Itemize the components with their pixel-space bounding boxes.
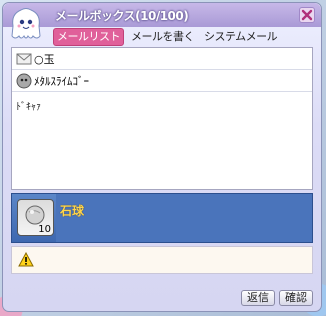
warning-area: [11, 246, 313, 274]
confirm-button[interactable]: 確認: [279, 290, 313, 306]
tab-system-mail[interactable]: システムメール: [201, 29, 280, 45]
action-buttons: 返信 確認: [241, 290, 313, 306]
mail-body: ﾄﾞｷｬｧ: [16, 102, 41, 113]
window-title: メールボックス(10/100): [55, 9, 189, 23]
attachment-highlight: [56, 194, 312, 242]
avatar-icon: [16, 73, 32, 88]
sender-row: ﾒﾀﾙｽﾗｲﾑｺﾞｰ: [12, 70, 312, 92]
item-name: 石球: [60, 204, 85, 218]
reply-button[interactable]: 返信: [241, 290, 275, 306]
mail-subject: ○玉: [34, 52, 55, 66]
subject-row: ○玉: [12, 48, 312, 70]
envelope-icon: [16, 53, 32, 64]
close-button[interactable]: [299, 7, 315, 23]
mailbox-window: メールボックス(10/100) メールリスト メールを書く システムメール ○玉…: [2, 2, 322, 312]
mail-sender: ﾒﾀﾙｽﾗｲﾑｺﾞｰ: [34, 74, 89, 88]
tab-mail-list[interactable]: メールリスト: [53, 28, 124, 46]
item-slot[interactable]: 10: [17, 199, 54, 236]
tab-bar: メールリスト メールを書く システムメール: [53, 28, 280, 46]
mascot-icon: [11, 8, 41, 39]
tab-write-mail[interactable]: メールを書く: [128, 29, 197, 45]
warning-icon: [18, 252, 34, 267]
attachment-row[interactable]: 10 石球: [11, 193, 313, 243]
mail-view-panel: ○玉 ﾒﾀﾙｽﾗｲﾑｺﾞｰ ﾄﾞｷｬｧ: [11, 47, 313, 190]
close-icon: [301, 9, 313, 21]
item-quantity: 10: [38, 224, 51, 235]
